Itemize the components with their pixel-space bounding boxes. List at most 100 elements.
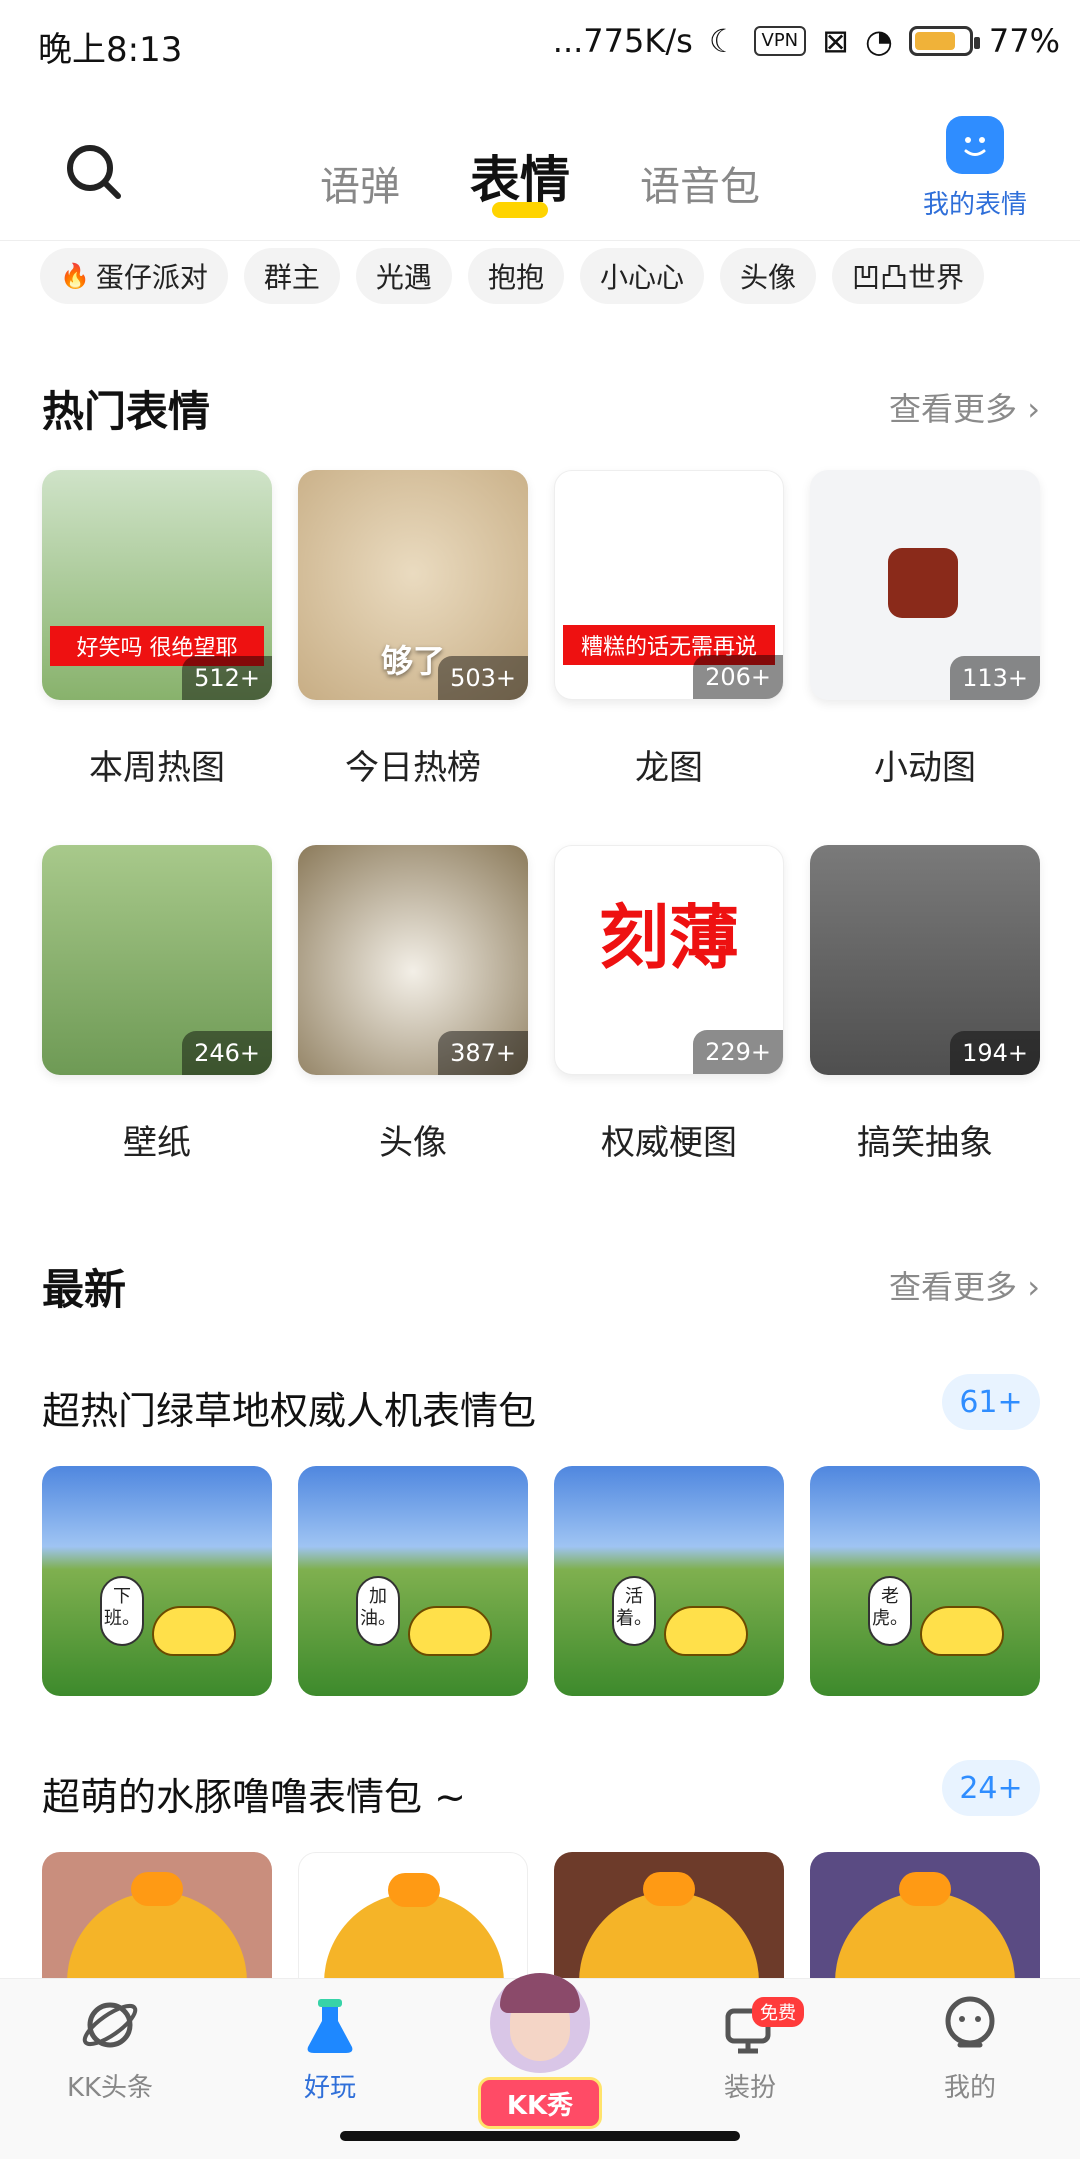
- pack-count-badge[interactable]: 61+: [942, 1374, 1040, 1430]
- hot-thumb: 113+: [810, 470, 1040, 700]
- nav-label: KK头条: [66, 2073, 154, 2103]
- chip-eggy-party[interactable]: 🔥 蛋仔派对: [40, 248, 228, 304]
- orange-hat: [131, 1872, 183, 1906]
- nav-me[interactable]: 我的: [895, 1993, 1045, 2104]
- hot-card[interactable]: 246+ 壁纸: [42, 845, 272, 1164]
- chick-image: [152, 1606, 236, 1656]
- status-bar: 晚上8:13 ...775K/s ☾ VPN ⊠ ◔ 77%: [0, 0, 1080, 90]
- flask-icon: [298, 1993, 362, 2057]
- orange-hat: [643, 1872, 695, 1906]
- network-speed: ...775K/s: [552, 22, 693, 60]
- hot-thumb: 够了 503+: [298, 470, 528, 700]
- hot-thumb: 刻薄 229+: [554, 845, 784, 1075]
- thumb-overlay-text: 刻薄: [599, 897, 739, 979]
- pack-sticker-row: 下班。 加油。 活着。 老虎。: [42, 1466, 1040, 1696]
- chip-little-heart[interactable]: 小心心: [579, 248, 704, 304]
- card-label: 权威梗图: [601, 1123, 737, 1163]
- my-emoji-button[interactable]: 我的表情: [910, 116, 1040, 221]
- smiley-face-icon: [946, 116, 1004, 174]
- sim-icon: ⊠: [822, 22, 849, 60]
- hot-card[interactable]: 刻薄 229+ 权威梗图: [554, 845, 784, 1164]
- moon-icon: ☾: [708, 22, 738, 60]
- battery-tip: [973, 37, 980, 49]
- see-more-label: 查看更多: [889, 1268, 1018, 1306]
- tab-emoji[interactable]: 表情: [470, 140, 570, 218]
- chip-group-owner[interactable]: 群主: [243, 248, 340, 304]
- search-button[interactable]: [60, 138, 130, 208]
- card-label: 今日热榜: [345, 748, 481, 788]
- hot-section-title: 热门表情: [42, 387, 211, 436]
- sticker-thumb[interactable]: 老虎。: [810, 1466, 1040, 1696]
- chick-image: [408, 1606, 492, 1656]
- anime-avatar: [490, 1973, 590, 2073]
- top-tabs: 语弹 表情 语音包: [320, 140, 760, 218]
- latest-section-title: 最新: [42, 1265, 127, 1314]
- card-label: 头像: [379, 1123, 447, 1163]
- chip-label: 蛋仔派对: [95, 261, 208, 294]
- vpn-badge: VPN: [753, 26, 807, 56]
- chip-hug[interactable]: 抱抱: [467, 248, 564, 304]
- card-label: 本周热图: [89, 748, 225, 788]
- status-icons: ...775K/s ☾ VPN ⊠ ◔ 77%: [553, 22, 1060, 60]
- hot-card[interactable]: 194+ 搞笑抽象: [810, 845, 1040, 1164]
- hot-card[interactable]: 好笑吗 很绝望耶 512+ 本周热图: [42, 470, 272, 789]
- chip-king-world[interactable]: 凹凸世界: [831, 248, 984, 304]
- speech-bubble: 下班。: [100, 1576, 144, 1646]
- battery-percent: 77%: [988, 22, 1060, 60]
- tab-danmaku[interactable]: 语弹: [320, 154, 400, 212]
- speech-bubble: 老虎。: [868, 1576, 912, 1646]
- card-label: 壁纸: [123, 1123, 191, 1163]
- hot-thumb: 246+: [42, 845, 272, 1075]
- hot-card[interactable]: 够了 503+ 今日热榜: [298, 470, 528, 789]
- category-chips: 🔥 蛋仔派对 群主 光遇 抱抱 小心心 头像 凹凸世界: [40, 248, 1080, 308]
- battery-fill: [914, 32, 955, 50]
- nav-kk-show[interactable]: KK秀: [470, 1973, 610, 2129]
- sticker-thumb[interactable]: 加油。: [298, 1466, 528, 1696]
- count-badge: 113+: [950, 656, 1040, 700]
- kk-show-label: KK秀: [478, 2077, 602, 2129]
- bottom-nav: KK头条 好玩 KK秀 装扮 免费 我的: [0, 1973, 1080, 2159]
- hot-card[interactable]: 387+ 头像: [298, 845, 528, 1164]
- hot-card[interactable]: 糟糕的话无需再说 206+ 龙图: [554, 470, 784, 789]
- count-badge: 194+: [950, 1031, 1040, 1075]
- chick-image: [664, 1606, 748, 1656]
- search-icon: [67, 145, 121, 199]
- chip-avatar[interactable]: 头像: [719, 248, 816, 304]
- nav-label: 我的: [943, 2073, 996, 2103]
- hot-thumb: 糟糕的话无需再说 206+: [554, 470, 784, 700]
- nav-fun[interactable]: 好玩: [255, 1993, 405, 2104]
- pack-title[interactable]: 超热门绿草地权威人机表情包: [42, 1380, 536, 1435]
- sticker-thumb[interactable]: 活着。: [554, 1466, 784, 1696]
- count-badge: 387+: [438, 1031, 528, 1075]
- nav-label: 装扮: [723, 2073, 776, 2103]
- pack-count-badge[interactable]: 24+: [942, 1760, 1040, 1816]
- count-badge: 206+: [693, 655, 783, 699]
- hot-card[interactable]: 113+ 小动图: [810, 470, 1040, 789]
- latest-see-more[interactable]: 查看更多 ›: [889, 1262, 1040, 1308]
- card-label: 龙图: [635, 748, 703, 788]
- sticker-thumb[interactable]: 下班。: [42, 1466, 272, 1696]
- profile-face-icon: [938, 1993, 1002, 2057]
- home-indicator[interactable]: [340, 2131, 740, 2141]
- chick-image: [920, 1606, 1004, 1656]
- pixel-cat-image: [888, 548, 958, 618]
- avatar-hair: [500, 1973, 580, 2013]
- chevron-right-icon: ›: [1027, 390, 1040, 428]
- orange-hat: [899, 1872, 951, 1906]
- hot-thumb: 387+: [298, 845, 528, 1075]
- count-badge: 229+: [693, 1030, 783, 1074]
- planet-icon: [78, 1993, 142, 2057]
- hot-see-more[interactable]: 查看更多 ›: [889, 384, 1040, 430]
- tab-emoji-label: 表情: [470, 151, 570, 209]
- hot-grid: 好笑吗 很绝望耶 512+ 本周热图 够了 503+ 今日热榜 糟糕的话无需再说…: [42, 470, 1040, 1164]
- count-badge: 246+: [182, 1031, 272, 1075]
- free-badge: 免费: [752, 1997, 804, 2027]
- chevron-right-icon: ›: [1027, 1268, 1040, 1306]
- speech-bubble: 活着。: [612, 1576, 656, 1646]
- pack-title[interactable]: 超萌的水豚噜噜表情包 ~: [42, 1766, 466, 1821]
- nav-kk-news[interactable]: KK头条: [35, 1993, 185, 2104]
- see-more-label: 查看更多: [889, 390, 1018, 428]
- tab-voice-pack[interactable]: 语音包: [640, 154, 760, 212]
- nav-label: 好玩: [303, 2073, 356, 2103]
- chip-sky[interactable]: 光遇: [355, 248, 452, 304]
